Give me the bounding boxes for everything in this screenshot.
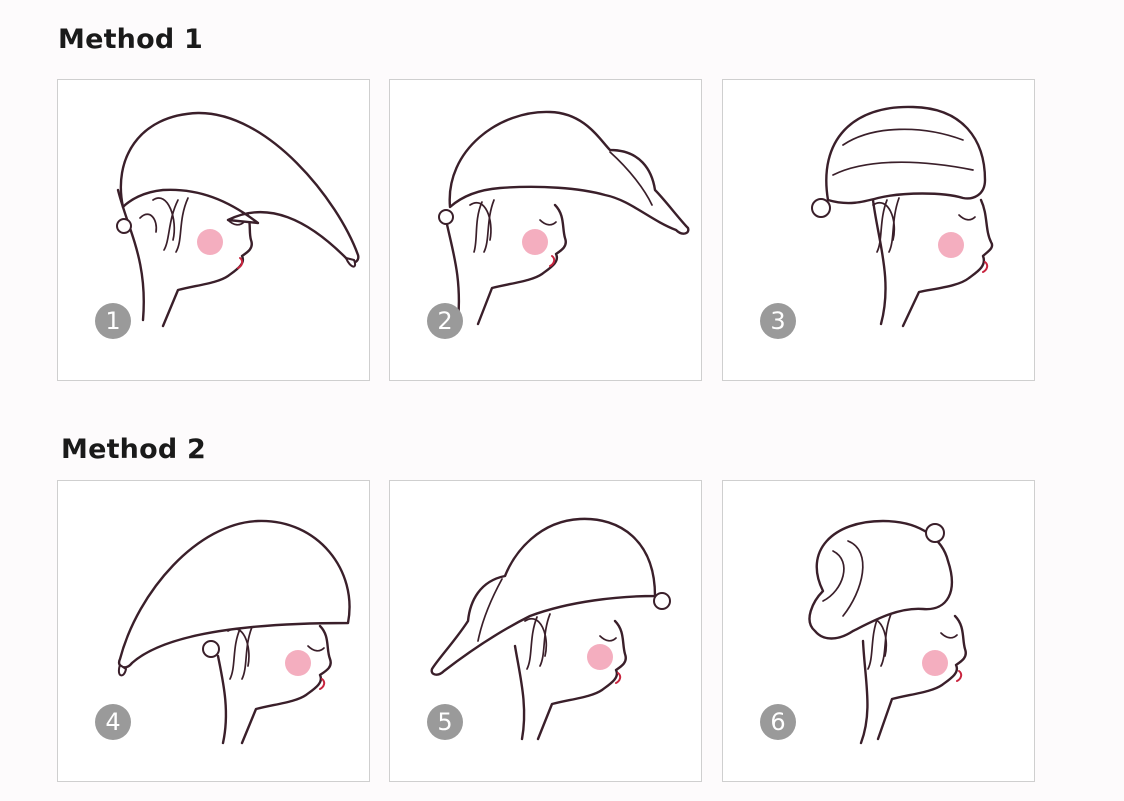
method-1-heading: Method 1 (58, 24, 203, 55)
step-6-panel: 6 (722, 480, 1035, 782)
step-5-panel: 5 (389, 480, 702, 782)
step-badge-6: 6 (760, 704, 796, 740)
step-badge-3: 3 (760, 303, 796, 339)
step-badge-4: 4 (95, 704, 131, 740)
step-1-panel: 1 (57, 79, 370, 381)
step-2-panel: 2 (389, 79, 702, 381)
method-2-heading: Method 2 (61, 434, 206, 465)
step-badge-1: 1 (95, 303, 131, 339)
step-badge-5: 5 (427, 704, 463, 740)
step-4-panel: 4 (57, 480, 370, 782)
step-badge-2: 2 (427, 303, 463, 339)
step-3-panel: 3 (722, 79, 1035, 381)
